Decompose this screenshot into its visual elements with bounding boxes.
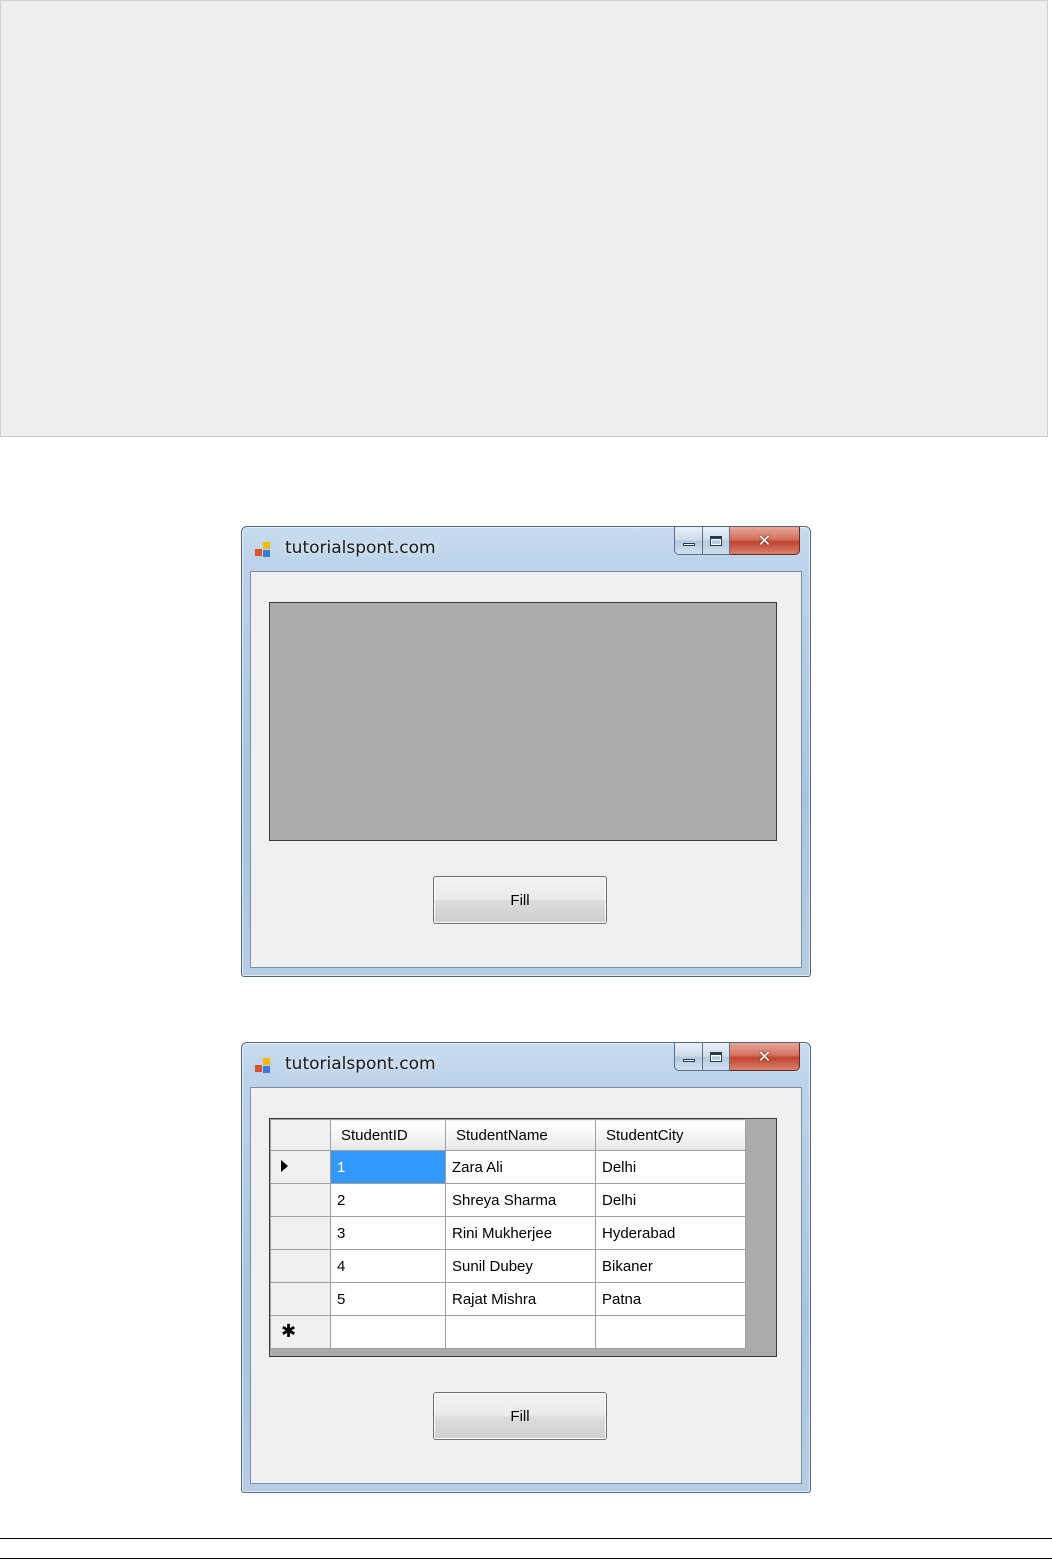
caption-buttons: ✕	[674, 1043, 800, 1071]
data-grid[interactable]: StudentID StudentName StudentCity 1 Zara…	[269, 1118, 777, 1357]
form-client-area: Fill	[250, 571, 802, 968]
title-bar[interactable]: tutorialspont.com ✕	[242, 1043, 810, 1087]
row-header[interactable]	[270, 1150, 331, 1184]
page-divider	[0, 1558, 1052, 1559]
minimize-button[interactable]	[674, 1043, 702, 1071]
page-divider	[0, 1538, 1052, 1539]
table-row: 5 Rajat Mishra Patna	[270, 1282, 746, 1316]
data-grid-empty[interactable]	[269, 602, 777, 841]
maximize-button[interactable]	[702, 1043, 730, 1071]
table-row: 4 Sunil Dubey Bikaner	[270, 1249, 746, 1283]
table-row: 2 Shreya Sharma Delhi	[270, 1183, 746, 1217]
table-row: 1 Zara Ali Delhi	[270, 1150, 746, 1184]
form-window-before: tutorialspont.com ✕ Fill	[241, 526, 811, 977]
grid-cell-studentname[interactable]: Shreya Sharma	[445, 1183, 596, 1217]
minimize-icon	[682, 543, 695, 546]
grid-cell-studentcity[interactable]: Hyderabad	[595, 1216, 746, 1250]
grid-cell-studentcity[interactable]: Delhi	[595, 1150, 746, 1184]
minimize-icon	[682, 1059, 695, 1062]
column-header-studentname[interactable]: StudentName	[445, 1119, 596, 1151]
grid-cell-studentname[interactable]: Sunil Dubey	[445, 1249, 596, 1283]
form-client-area: StudentID StudentName StudentCity 1 Zara…	[250, 1087, 802, 1484]
row-header[interactable]: ✱	[270, 1315, 331, 1349]
fill-button[interactable]: Fill	[433, 876, 607, 924]
row-pointer-icon	[281, 1159, 288, 1172]
caption-buttons: ✕	[674, 527, 800, 555]
new-row-star-icon: ✱	[281, 1321, 297, 1342]
close-button[interactable]: ✕	[730, 1043, 800, 1071]
title-bar[interactable]: tutorialspont.com ✕	[242, 527, 810, 571]
close-button[interactable]: ✕	[730, 527, 800, 555]
row-header-corner[interactable]	[270, 1119, 331, 1151]
form-window-after: tutorialspont.com ✕ StudentID StudentNam…	[241, 1042, 811, 1493]
close-icon: ✕	[757, 531, 772, 550]
grid-cell-studentid[interactable]: 5	[330, 1282, 446, 1316]
grid-cell-studentcity[interactable]: Patna	[595, 1282, 746, 1316]
grid-cell-new[interactable]	[445, 1315, 596, 1349]
grid-cell-new[interactable]	[595, 1315, 746, 1349]
grid-cell-studentcity[interactable]: Delhi	[595, 1183, 746, 1217]
grid-cell-studentid[interactable]: 1	[330, 1150, 446, 1184]
new-row: ✱	[270, 1315, 746, 1349]
table-row: 3 Rini Mukherjee Hyderabad	[270, 1216, 746, 1250]
row-header[interactable]	[270, 1249, 331, 1283]
fill-button[interactable]: Fill	[433, 1392, 607, 1440]
data-grid-table: StudentID StudentName StudentCity 1 Zara…	[270, 1119, 746, 1349]
grid-cell-studentname[interactable]: Rajat Mishra	[445, 1282, 596, 1316]
maximize-button[interactable]	[702, 527, 730, 555]
grid-cell-new[interactable]	[330, 1315, 446, 1349]
form-app-icon	[255, 1057, 273, 1073]
row-header[interactable]	[270, 1282, 331, 1316]
column-header-studentcity[interactable]: StudentCity	[595, 1119, 746, 1151]
code-block	[0, 0, 1048, 437]
grid-cell-studentcity[interactable]: Bikaner	[595, 1249, 746, 1283]
grid-header-row: StudentID StudentName StudentCity	[270, 1119, 746, 1151]
window-title: tutorialspont.com	[285, 1054, 436, 1074]
column-header-studentid[interactable]: StudentID	[330, 1119, 446, 1151]
close-icon: ✕	[757, 1047, 772, 1066]
row-header[interactable]	[270, 1216, 331, 1250]
minimize-button[interactable]	[674, 527, 702, 555]
grid-cell-studentname[interactable]: Zara Ali	[445, 1150, 596, 1184]
row-header[interactable]	[270, 1183, 331, 1217]
maximize-icon	[710, 535, 722, 546]
grid-cell-studentid[interactable]: 2	[330, 1183, 446, 1217]
window-title: tutorialspont.com	[285, 538, 436, 558]
form-app-icon	[255, 541, 273, 557]
maximize-icon	[710, 1051, 722, 1062]
grid-cell-studentid[interactable]: 4	[330, 1249, 446, 1283]
grid-cell-studentname[interactable]: Rini Mukherjee	[445, 1216, 596, 1250]
grid-cell-studentid[interactable]: 3	[330, 1216, 446, 1250]
